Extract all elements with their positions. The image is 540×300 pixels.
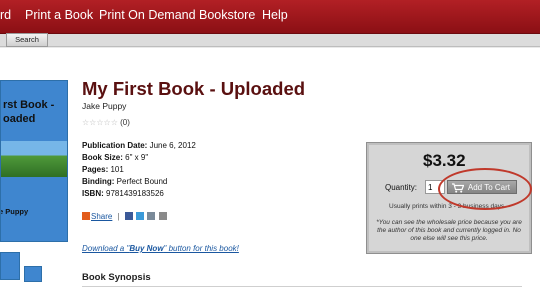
buy-box: $3.32 Quantity: Add To Cart Usually prin… xyxy=(366,142,532,254)
share-plus-icon[interactable] xyxy=(82,212,90,220)
add-to-cart-button[interactable]: Add To Cart xyxy=(447,180,517,194)
pages-label: Pages: xyxy=(82,165,109,174)
cover-title-line2: oaded xyxy=(3,113,36,125)
thumbnail-front[interactable] xyxy=(0,252,20,280)
twitter-icon[interactable] xyxy=(136,212,145,220)
pages-value: 101 xyxy=(110,165,124,174)
print-icon[interactable] xyxy=(158,212,167,220)
quantity-label: Quantity: xyxy=(385,183,418,192)
book-title: My First Book - Uploaded xyxy=(82,78,306,99)
nav-item-help[interactable]: Help xyxy=(262,8,288,22)
buy-now-text: Buy Now xyxy=(129,244,164,253)
binding-label: Binding: xyxy=(82,177,115,186)
isbn-value: 9781439183526 xyxy=(106,189,164,198)
synopsis-heading: Book Synopsis xyxy=(82,272,151,283)
cover-author: e Puppy xyxy=(0,207,29,216)
book-size-label: Book Size: xyxy=(82,153,123,162)
rating-count: (0) xyxy=(120,118,130,127)
download-buy-now-link[interactable]: Download a "Buy Now" button for this boo… xyxy=(82,244,239,253)
wholesale-note: *You can see the wholesale price because… xyxy=(376,219,522,242)
facebook-icon[interactable] xyxy=(124,212,133,220)
share-link[interactable]: Share xyxy=(91,212,112,221)
print-time-note: Usually prints within 3 - 3 business day… xyxy=(389,203,505,210)
price: $3.32 xyxy=(423,151,466,170)
isbn-label: ISBN: xyxy=(82,189,104,198)
nav-item-dashboard[interactable]: rd xyxy=(0,8,11,22)
share-bar: Share | xyxy=(82,212,168,221)
binding-value: Perfect Bound xyxy=(116,177,168,186)
book-cover: rst Book - oaded e Puppy xyxy=(0,80,68,242)
nav-item-print-a-book[interactable]: Print a Book xyxy=(25,8,93,22)
cover-title-line1: rst Book - xyxy=(3,99,55,111)
book-author[interactable]: Jake Puppy xyxy=(82,101,126,111)
rating: ☆☆☆☆☆ (0) xyxy=(82,118,130,127)
search-button[interactable]: Search xyxy=(6,33,48,47)
top-nav: rd Print a Book Print On Demand Bookstor… xyxy=(0,0,540,34)
email-icon[interactable] xyxy=(147,212,156,220)
pub-date-label: Publication Date: xyxy=(82,141,148,150)
rating-stars[interactable]: ☆☆☆☆☆ xyxy=(82,118,118,127)
add-to-cart-label: Add To Cart xyxy=(467,183,510,192)
quantity-input[interactable] xyxy=(425,180,445,194)
nav-item-print-on-demand[interactable]: Print On Demand xyxy=(99,8,196,22)
book-details: Publication Date: June 6, 2012 Book Size… xyxy=(82,140,196,200)
book-size-value: 6" x 9" xyxy=(125,153,149,162)
synopsis-divider xyxy=(82,286,522,287)
cart-icon xyxy=(452,183,464,193)
thumbnail-back[interactable] xyxy=(24,266,42,282)
nav-item-bookstore[interactable]: Bookstore xyxy=(199,8,255,22)
search-bar xyxy=(0,34,540,47)
pub-date-value: June 6, 2012 xyxy=(149,141,196,150)
cover-artwork xyxy=(1,141,67,177)
